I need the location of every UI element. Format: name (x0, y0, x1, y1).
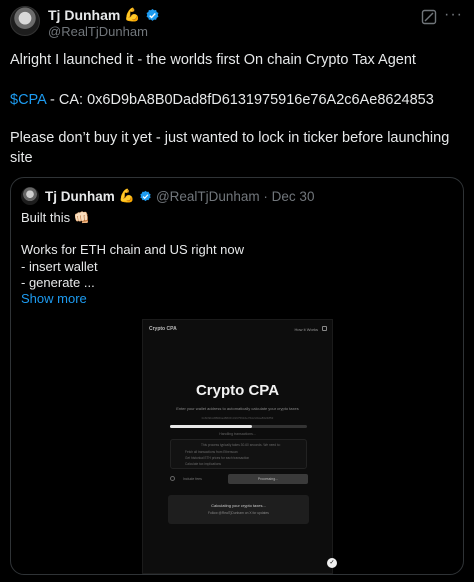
quote-text-line-2: Works for ETH chain and US right now (21, 242, 245, 257)
image-brand: Crypto CPA (149, 326, 177, 332)
author-name-row: Tj Dunham 💪 (48, 6, 160, 24)
quote-text-line-4: - generate ... (21, 275, 95, 290)
show-more-link[interactable]: Show more (21, 291, 87, 306)
verified-badge-icon (140, 190, 151, 201)
quote-author-name: Tj Dunham (45, 188, 115, 204)
flexed-biceps-emoji: 💪 (124, 7, 141, 22)
quote-text-line-3: - insert wallet (21, 259, 98, 274)
image-checkbox (170, 476, 175, 481)
image-address: 0x6D9bA8B0Dad8fD6131975916e76A2c6Ae86248… (201, 416, 274, 420)
image-include-label: Include fees (183, 477, 202, 481)
tweet-text-line-4: site (10, 150, 33, 166)
image-progress-fill (170, 425, 253, 428)
image-info-line: This process typically takes 30-60 secon… (201, 443, 281, 447)
grok-icon[interactable] (421, 9, 437, 25)
image-info-line: Calculate tax implications (185, 462, 221, 466)
cashtag-link[interactable]: $CPA (10, 92, 46, 108)
verified-badge-icon (146, 8, 158, 21)
image-step-text: Handling transactions... (219, 432, 256, 436)
image-info-line: Fetch all transactions from Etherscan (185, 450, 238, 454)
quoted-tweet-card[interactable]: Tj Dunham 💪 @RealTjDunham · Dec 30 Built… (10, 177, 464, 575)
image-title: Crypto CPA (195, 382, 280, 399)
tweet: Tj Dunham 💪 @RealTjDunham ··· Alright I … (0, 0, 474, 582)
image-processing-button: Processing... (228, 474, 308, 484)
tweet-text-line-3: Please don’t buy it yet - just wanted to… (10, 130, 450, 146)
quote-text-line-1: Built this 👊🏻 (21, 210, 90, 225)
more-options-icon[interactable]: ··· (444, 6, 463, 24)
image-subtitle: Enter your wallet address to automatical… (176, 406, 299, 411)
image-info-line: Get historical ETH prices for each trans… (185, 456, 250, 460)
contract-address-text: - CA: 0x6D9bA8B0Dad8fD6131975916e76A2c6A… (46, 92, 434, 108)
tweet-text-line-2: $CPA - CA: 0x6D9bA8B0Dad8fD6131975916e76… (10, 92, 434, 108)
author-name[interactable]: Tj Dunham (48, 7, 120, 23)
image-controls-row: Include fees Processing... (170, 474, 308, 484)
tweet-text-line-1: Alright I launched it - the worlds first… (10, 52, 416, 68)
image-progress-bar (170, 425, 307, 428)
image-status-panel: Calculating your crypto taxes... Follow … (168, 495, 309, 524)
author-handle[interactable]: @RealTjDunham (48, 24, 148, 39)
image-info-box: This process typically takes 30-60 secon… (170, 439, 307, 469)
flexed-biceps-emoji: 💪 (118, 188, 135, 203)
image-status-subtext: Follow @RealTjDunham on X for updates (208, 511, 269, 515)
quote-author-row: Tj Dunham 💪 @RealTjDunham · Dec 30 (45, 188, 314, 204)
quote-media-image[interactable]: Crypto CPA How it Works Crypto CPA Enter… (142, 319, 333, 574)
image-status-text: Calculating your crypto taxes... (211, 503, 266, 508)
quote-author-avatar (21, 187, 39, 205)
image-share-icon (322, 326, 327, 331)
author-avatar[interactable] (10, 6, 40, 36)
image-help-button: ✓ (327, 558, 337, 568)
quote-handle-date: @RealTjDunham · Dec 30 (155, 188, 315, 204)
image-how-it-works: How it Works (294, 327, 318, 332)
